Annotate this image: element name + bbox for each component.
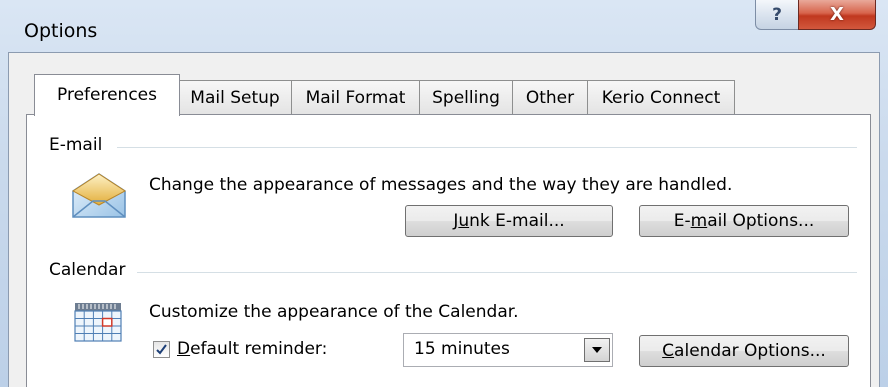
- calendar-icon: [73, 301, 125, 345]
- email-options-button[interactable]: E-mail Options...: [639, 205, 849, 237]
- close-icon: X: [830, 4, 844, 25]
- junk-email-button[interactable]: Junk E-mail...: [405, 205, 613, 237]
- calendar-options-accelerator: C: [662, 341, 675, 361]
- email-group-divider: [117, 147, 857, 148]
- calendar-options-label-part: alendar Options...: [674, 341, 826, 361]
- default-reminder-label[interactable]: Default reminder:: [177, 339, 327, 359]
- default-reminder-accelerator: D: [177, 339, 191, 359]
- dropdown-arrow-icon[interactable]: [584, 338, 610, 362]
- reminder-time-select[interactable]: 15 minutes: [403, 333, 613, 367]
- reminder-time-value: 15 minutes: [414, 339, 510, 359]
- tab-spelling[interactable]: Spelling: [419, 80, 513, 114]
- calendar-group-heading: Calendar: [49, 260, 134, 280]
- tab-mail-setup[interactable]: Mail Setup: [178, 80, 292, 114]
- tab-mail-format[interactable]: Mail Format: [291, 80, 420, 114]
- help-button[interactable]: ?: [755, 0, 799, 30]
- tab-preferences[interactable]: Preferences: [34, 74, 180, 116]
- junk-email-accelerator: u: [458, 211, 470, 231]
- email-options-accelerator: m: [690, 211, 708, 231]
- window-title: Options: [24, 20, 98, 42]
- checkmark-icon: [156, 344, 167, 355]
- email-options-label-part: ail Options...: [707, 211, 815, 231]
- email-group-heading: E-mail: [49, 135, 111, 155]
- preferences-panel: E-mail Change the appearance of messages…: [26, 114, 871, 387]
- help-icon: ?: [772, 4, 782, 25]
- junk-email-label-part: nk E-mail...: [469, 211, 565, 231]
- email-options-label-part: E-: [673, 211, 691, 231]
- options-dialog: Options ? X Preferences Mail Setup Mail …: [0, 0, 888, 387]
- close-button[interactable]: X: [798, 0, 876, 30]
- email-description: Change the appearance of messages and th…: [149, 175, 733, 195]
- calendar-group-divider: [137, 272, 857, 273]
- calendar-options-button[interactable]: Calendar Options...: [639, 335, 849, 367]
- default-reminder-checkbox[interactable]: [153, 341, 170, 358]
- default-reminder-label-part: efault reminder:: [190, 339, 328, 359]
- tab-kerio-connect[interactable]: Kerio Connect: [587, 80, 735, 114]
- calendar-description: Customize the appearance of the Calendar…: [149, 302, 519, 322]
- envelope-icon: [69, 171, 129, 221]
- tab-other[interactable]: Other: [512, 80, 588, 114]
